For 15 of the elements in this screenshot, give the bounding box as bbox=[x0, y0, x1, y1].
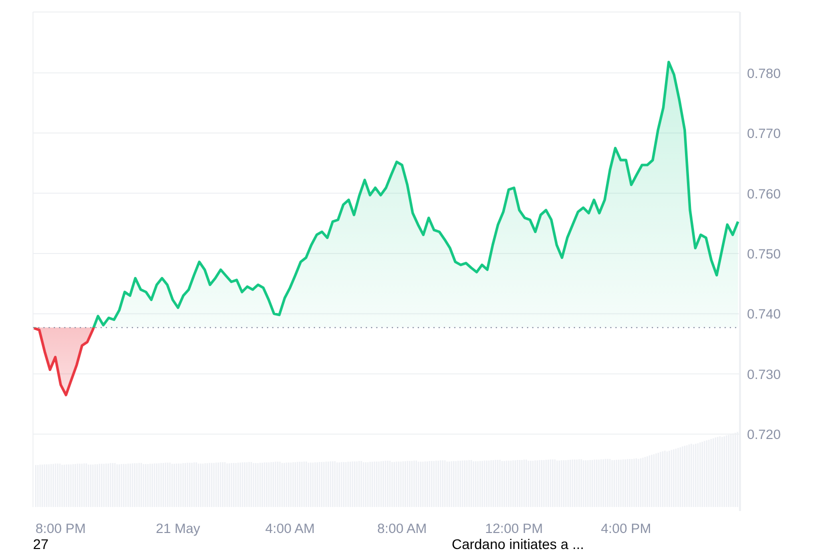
y-axis-label: 0.750 bbox=[747, 246, 781, 262]
y-axis-label: 0.760 bbox=[747, 186, 781, 202]
x-axis-label: 8:00 PM bbox=[36, 521, 86, 536]
y-axis-label: 0.740 bbox=[747, 306, 781, 322]
x-axis-label: 21 May bbox=[156, 521, 200, 536]
headline-text[interactable]: Cardano initiates a ... bbox=[452, 536, 584, 552]
y-axis-label: 0.770 bbox=[747, 126, 781, 142]
y-axis-label: 0.720 bbox=[747, 427, 781, 442]
x-axis-label: 8:00 AM bbox=[377, 521, 427, 536]
x-axis-label: 4:00 AM bbox=[265, 521, 315, 536]
date-text: 27 bbox=[33, 536, 49, 552]
x-axis-label: 4:00 PM bbox=[600, 521, 652, 536]
y-axis-label: 0.730 bbox=[747, 366, 781, 382]
y-axis-label: 0.780 bbox=[747, 66, 781, 81]
x-axis-label: 12:00 PM bbox=[485, 521, 543, 536]
